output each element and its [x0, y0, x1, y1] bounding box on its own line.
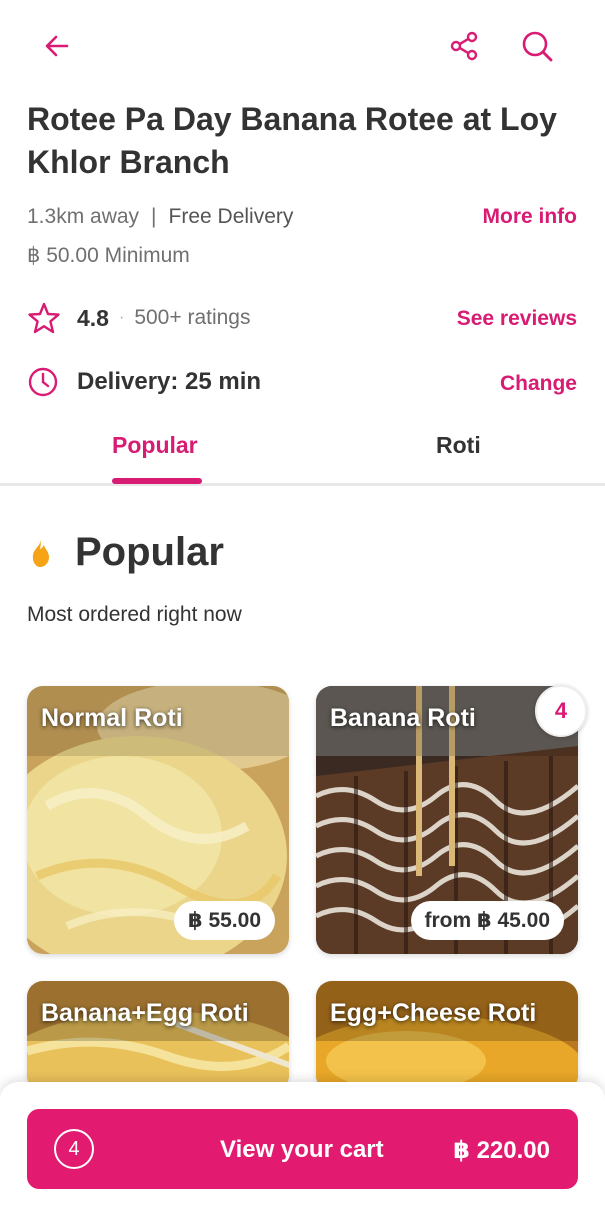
- product-card-banana-roti[interactable]: Banana Roti from ฿ 45.00: [316, 686, 578, 954]
- product-price: from ฿ 45.00: [410, 901, 564, 940]
- flame-icon: [32, 538, 49, 567]
- top-bar: [0, 0, 605, 90]
- cart-total: ฿ 220.00: [453, 1137, 550, 1164]
- view-cart-button[interactable]: 4 View your cart ฿ 220.00: [27, 1109, 578, 1189]
- section-header: Popular: [27, 530, 224, 575]
- cart-item-count: 4: [54, 1129, 94, 1169]
- star-icon: [28, 302, 60, 334]
- product-card-egg-cheese-roti[interactable]: Egg+Cheese Roti: [316, 981, 578, 1091]
- category-tabs: Popular Roti: [0, 420, 605, 486]
- share-button[interactable]: [442, 24, 486, 68]
- arrow-left-icon: [45, 35, 69, 57]
- store-title: Rotee Pa Day Banana Rotee at Loy Khlor B…: [27, 101, 557, 180]
- product-image: [316, 981, 578, 1091]
- bottom-cart-bar: 4 View your cart ฿ 220.00: [0, 1082, 605, 1210]
- view-cart-label: View your cart: [220, 1136, 384, 1163]
- product-image: [27, 981, 289, 1091]
- cart-quantity-badge: 4: [535, 685, 587, 737]
- product-card-normal-roti[interactable]: Normal Roti ฿ 55.00: [27, 686, 289, 954]
- minimum-order-text: ฿ 50.00 Minimum: [27, 244, 190, 267]
- search-button[interactable]: [515, 24, 559, 68]
- product-name: Banana Roti: [330, 704, 476, 732]
- distance-text: 1.3km away: [27, 205, 140, 228]
- section-title: Popular: [75, 530, 224, 574]
- section-subtitle: Most ordered right now: [27, 603, 242, 626]
- product-name: Egg+Cheese Roti: [330, 999, 537, 1027]
- share-icon: [450, 31, 478, 61]
- rating-row: 4.8 · 500+ ratings: [27, 301, 250, 335]
- tab-popular[interactable]: Popular: [112, 432, 198, 459]
- active-tab-indicator: [112, 478, 202, 484]
- product-price: ฿ 55.00: [174, 901, 275, 940]
- delivery-time: Delivery: 25 min: [77, 368, 262, 395]
- search-icon: [522, 31, 553, 62]
- store-meta: 1.3km away | Free Delivery: [27, 205, 293, 229]
- tab-roti[interactable]: Roti: [436, 432, 481, 459]
- more-info-link[interactable]: More info: [483, 205, 578, 229]
- product-name: Normal Roti: [41, 704, 183, 732]
- product-card-banana-egg-roti[interactable]: Banana+Egg Roti: [27, 981, 289, 1091]
- clock-icon: [28, 367, 58, 397]
- change-delivery-link[interactable]: Change: [500, 372, 577, 396]
- rating-dot: ·: [118, 309, 125, 326]
- delivery-row: Delivery: 25 min: [27, 366, 261, 398]
- product-name: Banana+Egg Roti: [41, 999, 249, 1027]
- see-reviews-link[interactable]: See reviews: [457, 307, 577, 331]
- back-button[interactable]: [35, 24, 79, 68]
- rating-value: 4.8: [77, 304, 109, 331]
- delivery-fee-text: Free Delivery: [168, 205, 294, 228]
- meta-separator: |: [151, 205, 157, 228]
- rating-count: 500+ ratings: [134, 306, 251, 329]
